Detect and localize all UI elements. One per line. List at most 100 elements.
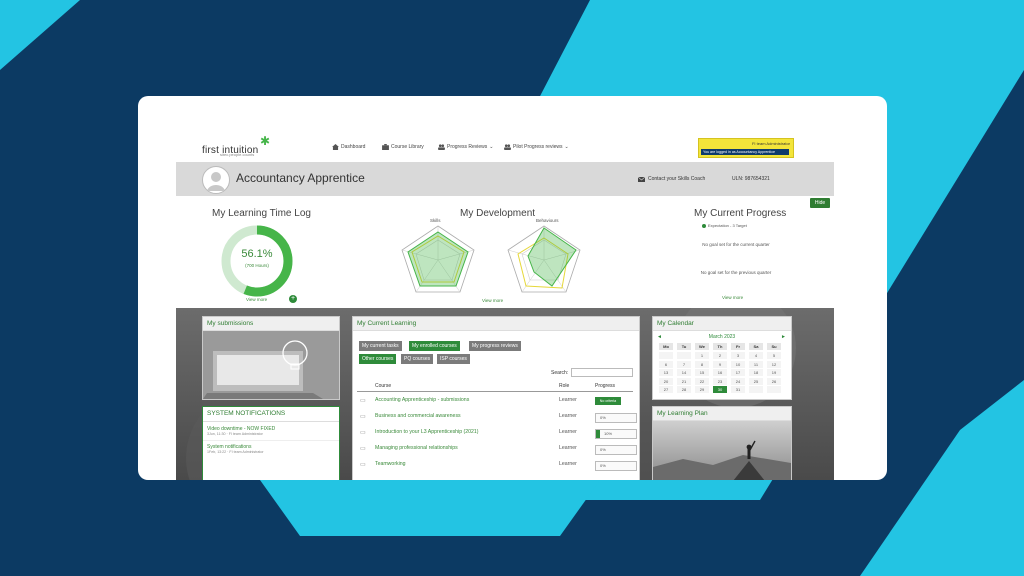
calendar-day[interactable]: 11 — [749, 360, 763, 368]
progress-legend-label: Expectation - 3 Target — [708, 223, 747, 228]
column-course[interactable]: Course — [375, 383, 391, 389]
calendar-day[interactable]: 25 — [749, 377, 763, 385]
learning-plan-title: My Learning Plan — [653, 407, 791, 421]
tab-pq-courses[interactable]: PQ courses — [401, 354, 434, 364]
calendar-day[interactable]: 3 — [731, 352, 745, 359]
calendar-day[interactable]: 17 — [731, 369, 745, 376]
notification-item[interactable]: Video downtime - NOW FIXED 3Jun, 11:30 ·… — [203, 422, 339, 441]
table-row[interactable]: ▭ Teamworking Learner 0% — [357, 459, 637, 473]
hide-button[interactable]: Hide — [810, 198, 830, 208]
table-divider — [357, 391, 633, 392]
skills-radar — [401, 225, 475, 293]
calendar-day[interactable]: 4 — [749, 352, 763, 359]
tab-progress-reviews[interactable]: My progress reviews — [469, 341, 521, 351]
calendar-next-icon[interactable]: ► — [781, 334, 786, 340]
users-icon — [438, 144, 445, 150]
calendar-weekday: Su — [767, 343, 781, 350]
development-title: My Development — [460, 208, 536, 219]
course-name[interactable]: Introduction to your L3 Apprenticeship (… — [375, 429, 479, 435]
calendar-day[interactable]: 9 — [713, 360, 727, 368]
course-icon: ▭ — [360, 430, 366, 436]
time-log-title: My Learning Time Log — [212, 208, 311, 219]
calendar-day[interactable]: 2 — [713, 352, 727, 359]
laptop-lightbulb-image[interactable] — [203, 331, 339, 399]
course-name[interactable]: Managing professional relationships — [375, 445, 458, 451]
search-input[interactable] — [571, 368, 633, 377]
table-row[interactable]: ▭ Managing professional relationships Lear… — [357, 443, 637, 457]
dashboard-app: first intuition ✱ sitec.people.counts Da… — [176, 96, 834, 480]
tab-enrolled-courses[interactable]: My enrolled courses — [409, 341, 460, 351]
submissions-title: My submissions — [203, 317, 339, 331]
avatar[interactable] — [202, 166, 230, 194]
calendar-day[interactable]: 30 — [713, 386, 727, 393]
calendar-day[interactable]: 10 — [731, 360, 745, 368]
calendar-day[interactable]: 31 — [731, 386, 745, 393]
course-name[interactable]: Teamworking — [375, 461, 406, 467]
course-name[interactable]: Business and commercial awareness — [375, 413, 461, 419]
development-view-more[interactable]: View more — [482, 298, 503, 303]
calendar-day[interactable]: 27 — [659, 386, 673, 393]
calendar-day[interactable]: 29 — [695, 386, 709, 393]
contact-label: Contact your Skills Coach — [648, 176, 706, 182]
course-name[interactable]: Accounting Apprenticeship - submissions — [375, 397, 469, 403]
notifications-title: SYSTEM NOTIFICATIONS — [203, 407, 339, 422]
progress-text: 10% — [604, 431, 613, 436]
user-icon — [207, 172, 225, 191]
admin-banner[interactable]: FI team Administrator You are logged in … — [698, 138, 794, 158]
nav-dashboard[interactable]: Dashboard — [332, 144, 365, 150]
plus-icon[interactable]: + — [289, 295, 297, 303]
course-role: Learner — [559, 461, 577, 467]
progress-view-more[interactable]: View more — [722, 295, 743, 300]
mountain-summit-image[interactable] — [653, 421, 791, 480]
calendar-day[interactable]: 15 — [695, 369, 709, 376]
calendar-day[interactable]: 8 — [695, 360, 709, 368]
course-role: Learner — [559, 429, 577, 435]
page-header: Accountancy Apprentice Contact your Skil… — [176, 162, 834, 196]
column-progress[interactable]: Progress — [595, 383, 615, 389]
logo[interactable]: first intuition ✱ sitec.people.counts — [202, 134, 270, 158]
calendar-day[interactable]: 5 — [767, 352, 781, 359]
nav-pilot-progress-reviews[interactable]: Pilot Progress reviews ⌄ — [504, 144, 569, 150]
calendar-day[interactable]: 16 — [713, 369, 727, 376]
table-row[interactable]: ▭ Introduction to your L3 Apprenticeship … — [357, 427, 637, 441]
course-icon: ▭ — [360, 414, 366, 420]
calendar-day — [677, 352, 691, 359]
time-log-view-more[interactable]: View more — [246, 297, 267, 302]
calendar-day[interactable]: 7 — [677, 360, 691, 368]
calendar-day[interactable]: 14 — [677, 369, 691, 376]
nav-course-library-label: Course Library — [391, 144, 424, 150]
tab-other-courses[interactable]: Other courses — [359, 354, 397, 364]
course-role: Learner — [559, 445, 577, 451]
nav-progress-reviews-label: Progress Reviews — [447, 144, 488, 150]
notification-item[interactable]: System notifications 1Feb, 13:22 · FI te… — [203, 441, 339, 457]
nav-progress-reviews[interactable]: Progress Reviews ⌄ — [438, 144, 494, 150]
nav-course-library[interactable]: Course Library — [382, 144, 424, 150]
calendar-day[interactable]: 20 — [659, 377, 673, 385]
current-learning-title: My Current Learning — [353, 317, 639, 331]
admin-role: FI team Administrator — [751, 141, 790, 146]
contact-skills-coach[interactable]: Contact your Skills Coach — [638, 176, 705, 182]
calendar-day[interactable]: 1 — [695, 352, 709, 359]
table-row[interactable]: ▭ Business and commercial awareness Learne… — [357, 411, 637, 425]
calendar-day[interactable]: 26 — [767, 377, 781, 385]
calendar-day[interactable]: 28 — [677, 386, 691, 393]
calendar-day[interactable]: 22 — [695, 377, 709, 385]
calendar-day[interactable]: 12 — [767, 360, 781, 368]
calendar-day[interactable]: 23 — [713, 377, 727, 385]
calendar-day[interactable]: 18 — [749, 369, 763, 376]
progress-text: 0% — [600, 447, 606, 452]
calendar-panel: My Calendar ◄ March 2023 ► Mo Tu We Th Fr Sa S… — [652, 316, 792, 400]
column-role[interactable]: Role — [559, 383, 569, 389]
table-row[interactable]: ▭ Accounting Apprenticeship - submissions… — [357, 395, 633, 409]
tab-isp-courses[interactable]: ISP courses — [437, 354, 470, 364]
calendar-day[interactable]: 21 — [677, 377, 691, 385]
calendar-day[interactable]: 6 — [659, 360, 673, 368]
nav-dashboard-label: Dashboard — [341, 144, 366, 150]
calendar-weekday: Mo — [659, 343, 673, 350]
course-icon: ▭ — [360, 446, 366, 452]
course-icon: ▭ — [360, 462, 366, 468]
tab-current-tasks[interactable]: My current tasks — [359, 341, 402, 351]
calendar-day[interactable]: 13 — [659, 369, 673, 376]
calendar-day[interactable]: 19 — [767, 369, 781, 376]
calendar-day[interactable]: 24 — [731, 377, 745, 385]
